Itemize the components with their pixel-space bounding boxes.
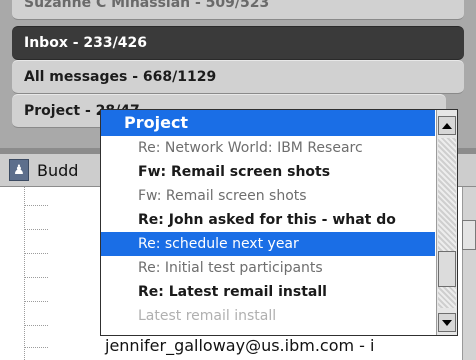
menu-item[interactable]: Re: Latest remail install [101, 280, 435, 304]
menu-item[interactable]: Re: Network World: IBM Researc [101, 136, 435, 160]
buddy-list-label: Budd [37, 160, 79, 180]
tree-branch [24, 205, 48, 206]
buddy-scroll-thumb[interactable] [462, 220, 476, 250]
menu-item[interactable]: Fw: Remail screen shots [101, 160, 435, 184]
project-dropdown-menu: Project Re: Network World: IBM Researc F… [100, 109, 458, 336]
buddy-scrollbar[interactable] [462, 187, 476, 360]
person-icon: ♟ [9, 159, 29, 181]
tree-branch [24, 253, 48, 254]
tree-connector [24, 187, 25, 360]
menu-item-selected[interactable]: Re: schedule next year [101, 232, 435, 256]
menu-item[interactable]: Re: Initial test participants [101, 256, 435, 280]
buddy-email[interactable]: jennifer_galloway@us.ibm.com - i [105, 336, 374, 355]
folder-tab-all-messages[interactable]: All messages - 668/1129 [12, 60, 464, 94]
menu-item[interactable]: Fw: Remail screen shots [101, 184, 435, 208]
scroll-thumb[interactable] [438, 251, 456, 287]
scroll-up-button[interactable] [438, 116, 456, 135]
menu-item[interactable]: Latest remail install [101, 304, 435, 328]
tree-branch [24, 301, 48, 302]
tree-branch [24, 325, 48, 326]
folder-tab-suzanne[interactable]: Suzanne C Minassian - 509/523 [12, 0, 464, 20]
scroll-down-button[interactable] [438, 313, 456, 332]
folder-tab-inbox[interactable]: Inbox - 233/426 [12, 26, 464, 60]
arrow-down-icon [442, 319, 452, 326]
tree-branch [24, 277, 48, 278]
menu-item[interactable]: Re: John asked for this - what do [101, 208, 435, 232]
tree-branch [24, 229, 48, 230]
tree-branch [24, 347, 48, 348]
menu-scrollbar[interactable] [436, 110, 457, 335]
arrow-up-icon [442, 122, 452, 129]
dropdown-title: Project [101, 110, 435, 136]
